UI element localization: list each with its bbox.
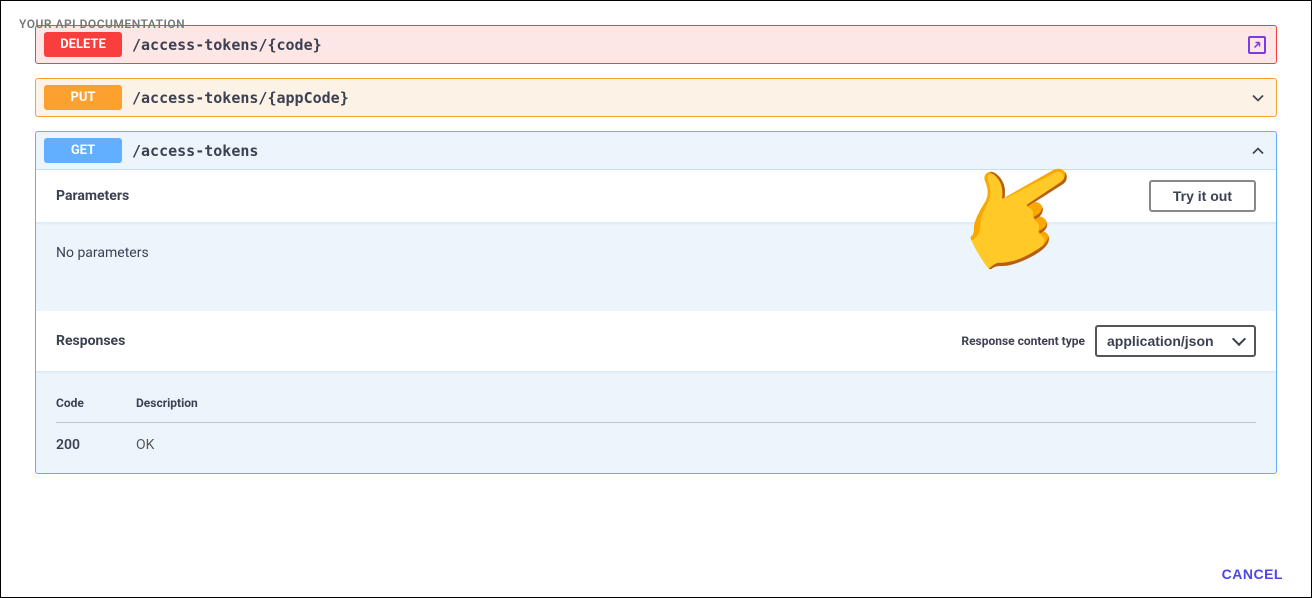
try-it-out-button[interactable]: Try it out bbox=[1149, 180, 1256, 212]
col-code: Code bbox=[56, 396, 136, 423]
response-description: OK bbox=[136, 423, 1256, 454]
endpoint-get-header[interactable]: GET /access-tokens bbox=[36, 132, 1276, 169]
endpoint-put[interactable]: PUT /access-tokens/{appCode} bbox=[35, 78, 1277, 117]
endpoint-path: /access-tokens bbox=[132, 142, 258, 160]
no-parameters-text: No parameters bbox=[36, 223, 1276, 311]
external-link-icon[interactable] bbox=[1248, 36, 1266, 54]
method-badge-get: GET bbox=[44, 138, 122, 163]
chevron-down-icon bbox=[1248, 88, 1268, 108]
responses-title: Responses bbox=[56, 333, 125, 349]
endpoint-path: /access-tokens/{code} bbox=[132, 36, 322, 54]
parameters-header: Parameters Try it out bbox=[36, 170, 1276, 223]
endpoint-delete[interactable]: DELETE /access-tokens/{code} bbox=[35, 25, 1277, 64]
method-badge-delete: DELETE bbox=[44, 32, 122, 57]
endpoint-get: GET /access-tokens Parameters Try it out… bbox=[35, 131, 1277, 474]
content-type-select[interactable]: application/json bbox=[1095, 325, 1256, 357]
endpoint-path: /access-tokens/{appCode} bbox=[132, 89, 349, 107]
content-type-label: Response content type bbox=[961, 334, 1085, 348]
col-description: Description bbox=[136, 396, 1256, 423]
responses-table: Code Description 200 OK bbox=[36, 372, 1276, 473]
responses-header: Responses Response content type applicat… bbox=[36, 311, 1276, 372]
footer: CANCEL bbox=[1194, 550, 1311, 597]
endpoint-body: Parameters Try it out No parameters Resp… bbox=[36, 169, 1276, 473]
cancel-button[interactable]: CANCEL bbox=[1222, 566, 1283, 582]
table-row: 200 OK bbox=[56, 423, 1256, 454]
content-area: DELETE /access-tokens/{code} PUT /access… bbox=[1, 25, 1311, 474]
response-code: 200 bbox=[56, 423, 136, 454]
parameters-title: Parameters bbox=[56, 188, 129, 204]
chevron-up-icon bbox=[1248, 141, 1268, 161]
method-badge-put: PUT bbox=[44, 85, 122, 110]
